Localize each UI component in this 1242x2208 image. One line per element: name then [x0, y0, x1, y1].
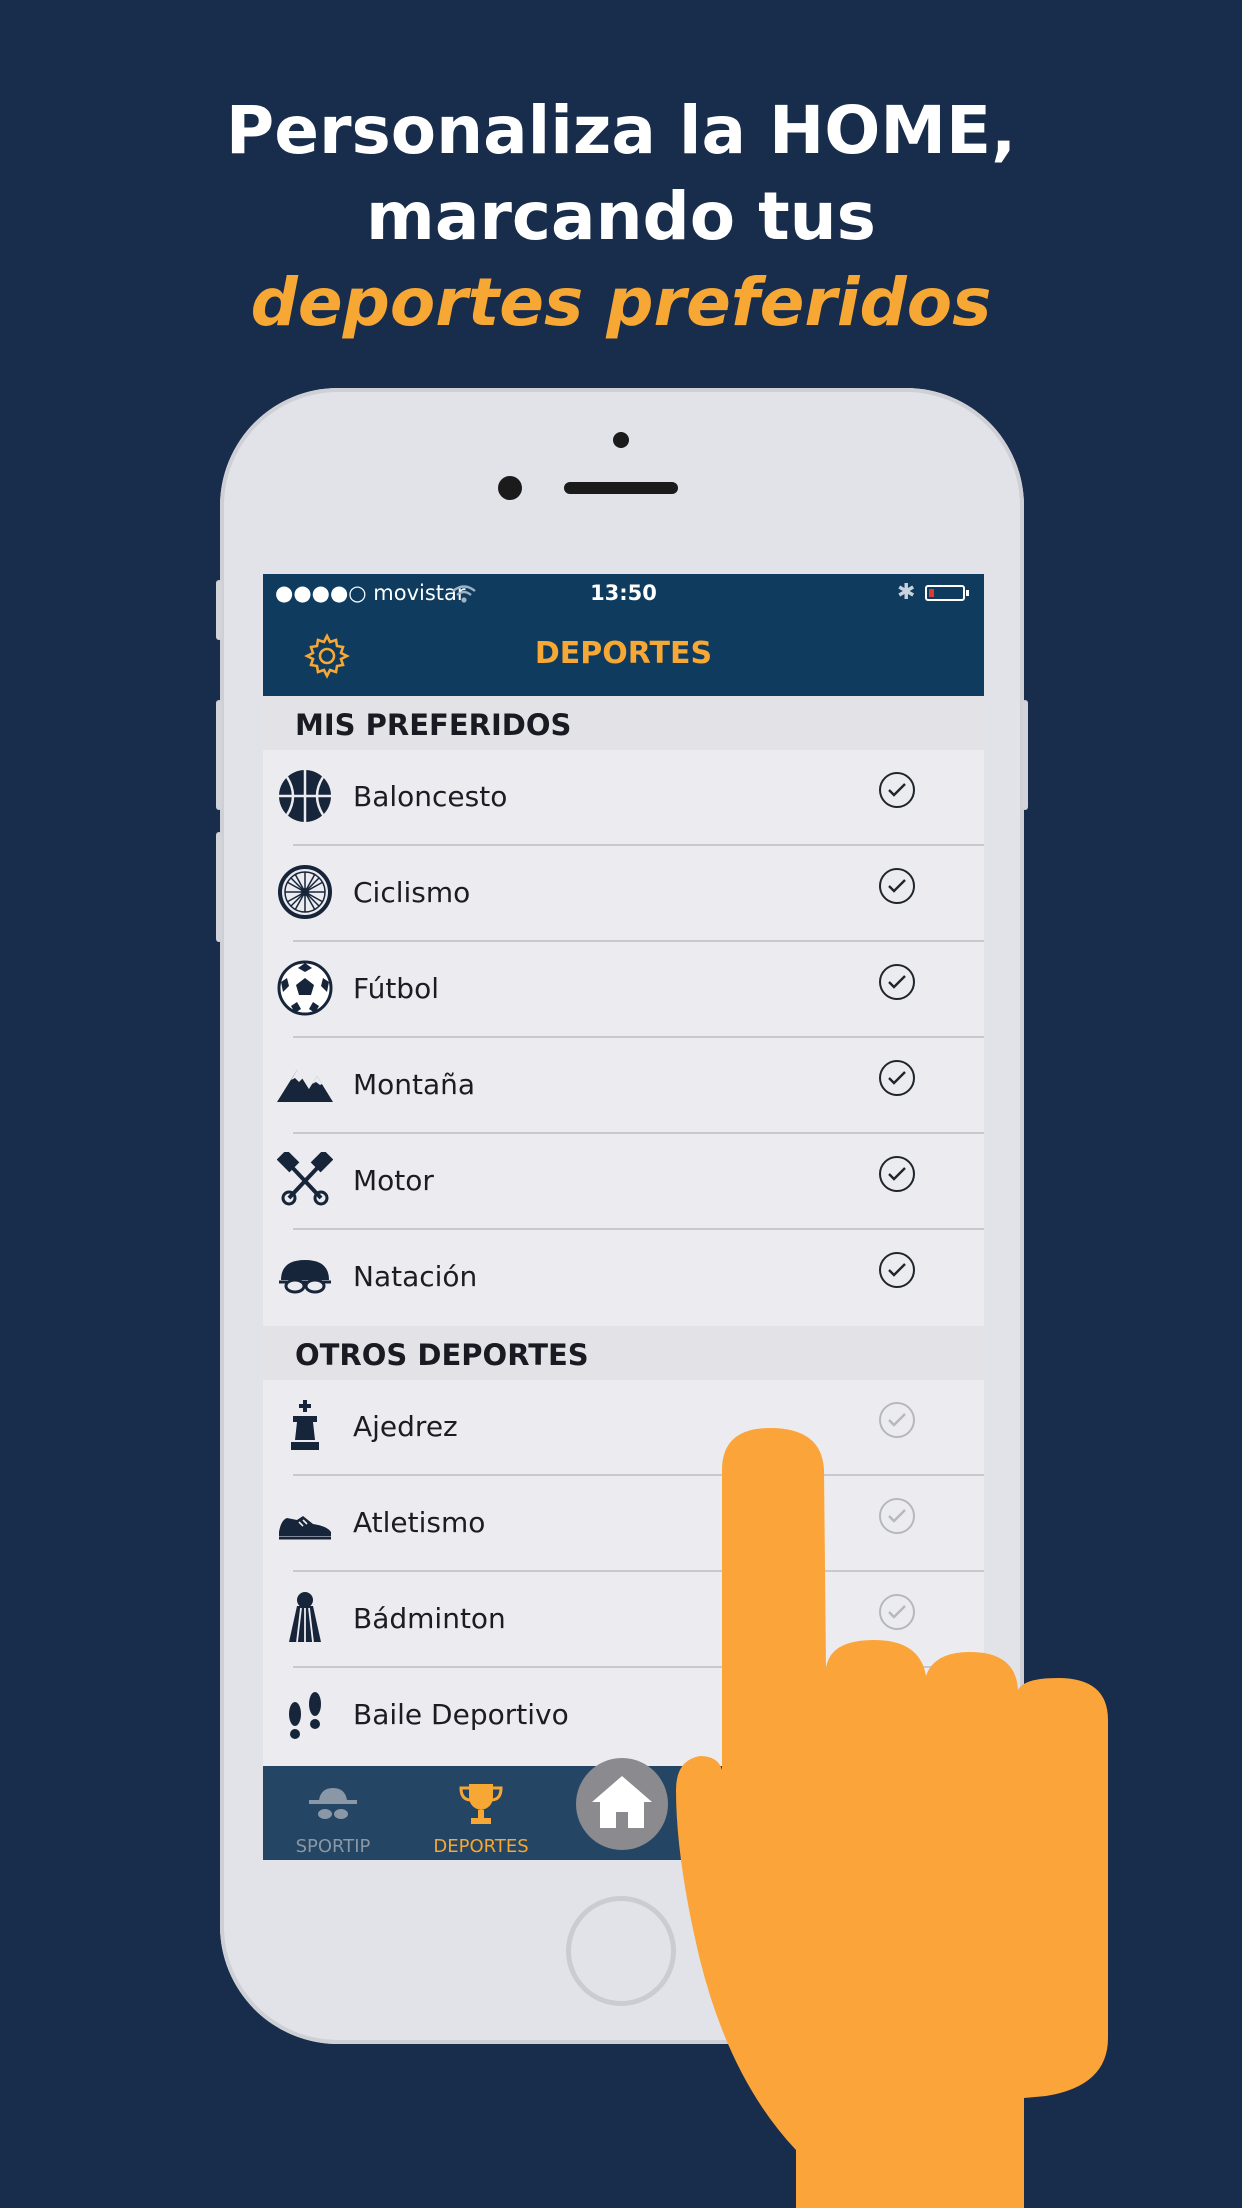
page: Personaliza la HOME, marcando tus deport… — [0, 0, 1242, 2208]
pointing-hand-illustration — [676, 1428, 1108, 2208]
